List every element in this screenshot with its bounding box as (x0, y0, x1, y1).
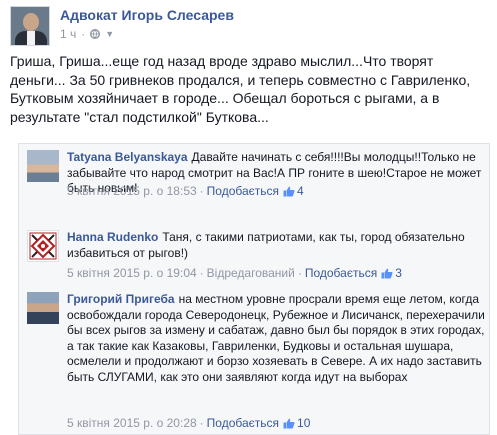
like-count[interactable]: 3 (395, 266, 402, 280)
globe-icon[interactable] (90, 29, 101, 39)
comments-section: Tatyana Belyanskaya Давайте начинать с се… (18, 143, 490, 435)
comment-actions: 5 квітня 2015 р. о 20:28 · Подобається 1… (67, 416, 311, 430)
post-header: Адвокат Игорь Слесарев 1 ч · ▼ (10, 6, 490, 46)
post-time[interactable]: 1 ч (60, 27, 76, 41)
comment-avatar[interactable] (27, 230, 59, 262)
comment-actions: 5 квітня 2015 р. о 19:04 · Відредаговани… (67, 266, 402, 280)
thumbs-up-icon[interactable] (283, 418, 295, 429)
comment-body: Hanna Rudenko Таня, с такими патриотами, … (67, 230, 485, 261)
chevron-down-icon[interactable]: ▼ (105, 29, 114, 39)
post-text: Гриша, Гриша...еще год назад вроде здрав… (10, 53, 471, 125)
post-meta: 1 ч · ▼ (60, 27, 115, 41)
comment-time[interactable]: 5 квітня 2015 р. о 19:04 (67, 266, 197, 280)
comment-author[interactable]: Григорий Пригеба (67, 292, 175, 306)
like-count[interactable]: 10 (297, 416, 310, 430)
like-link[interactable]: Подобається (207, 416, 279, 430)
comment-avatar[interactable] (27, 150, 59, 182)
comment-body: Григорий Пригеба на местном уровне просра… (67, 292, 485, 385)
comment-actions: 5 квітня 2015 р. о 18:53 · Подобається 4 (67, 184, 304, 198)
comment-avatar[interactable] (27, 292, 59, 324)
post-author-name[interactable]: Адвокат Игорь Слесарев (60, 7, 234, 23)
thumbs-up-icon[interactable] (381, 268, 393, 279)
comment-author[interactable]: Hanna Rudenko (67, 230, 158, 244)
like-count[interactable]: 4 (297, 184, 304, 198)
like-link[interactable]: Подобається (305, 266, 377, 280)
comment-time[interactable]: 5 квітня 2015 р. о 18:53 (67, 184, 197, 198)
comment-author[interactable]: Tatyana Belyanskaya (67, 150, 188, 164)
author-avatar[interactable] (10, 6, 50, 46)
like-link[interactable]: Подобається (207, 184, 279, 198)
comment-time[interactable]: 5 квітня 2015 р. о 20:28 (67, 416, 197, 430)
edited-label[interactable]: Відредагований (207, 266, 295, 280)
thumbs-up-icon[interactable] (283, 186, 295, 197)
